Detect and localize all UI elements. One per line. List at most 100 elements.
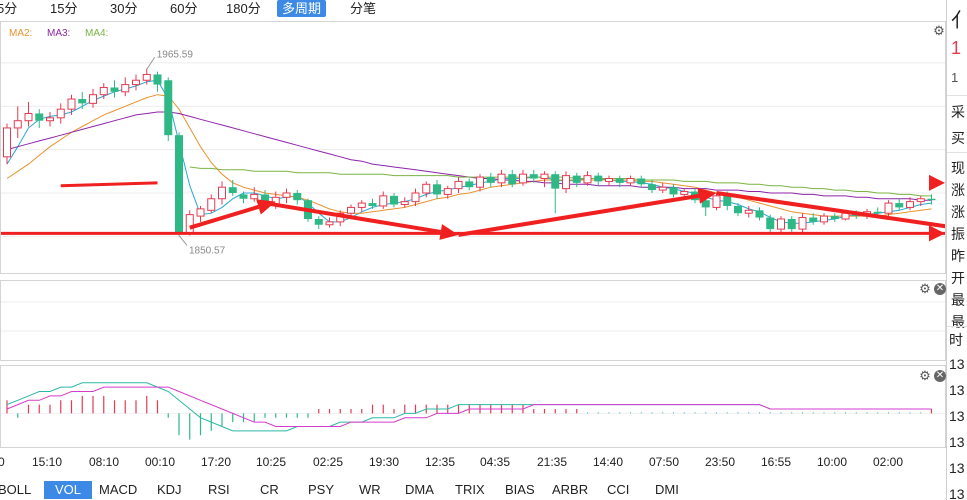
x-tick-label: 16:55 (761, 455, 792, 469)
candle-down (239, 194, 248, 199)
tab-180min[interactable]: 180分 (221, 0, 266, 17)
candle-up (519, 173, 527, 184)
main-chart-panel: 1965.59 1850.57 MA2: MA3: MA4: ⚙ (0, 21, 946, 274)
trade-time: 13 (949, 460, 965, 476)
x-tick-label: 07:50 (649, 455, 680, 469)
candle-up (443, 188, 452, 195)
tab-cci[interactable]: CCI (603, 481, 633, 499)
tab-psy[interactable]: PSY (304, 481, 338, 499)
x-tick-label: 08:10 (89, 455, 120, 469)
tab-dma[interactable]: DMA (401, 481, 438, 499)
close-icon[interactable]: ✕ (934, 283, 946, 295)
x-tick-label: 23:50 (705, 455, 736, 469)
candle-up (712, 195, 721, 208)
candle-up (13, 120, 22, 129)
indicator-panel-histogram: ⚙ ✕ (0, 365, 946, 448)
quote-field-label: 最 (951, 314, 965, 330)
candle-down (755, 210, 764, 218)
candle-up (196, 208, 205, 217)
x-tick-label: 00:10 (145, 455, 176, 469)
x-tick-label: 17:20 (201, 455, 232, 469)
price-field: 1 (951, 70, 959, 85)
indicator-panel-empty: ⚙ ✕ (0, 280, 946, 361)
candle-down (572, 175, 581, 183)
stock-name: 亻 (951, 4, 967, 33)
ma-line-4 (189, 166, 932, 197)
indicator-chart (1, 382, 945, 440)
high-label: 1965.59 (157, 49, 194, 60)
candle-down (529, 174, 538, 179)
candle-down (615, 178, 624, 183)
tab-multi-period[interactable]: 多周期 (277, 0, 327, 17)
candle-up (906, 201, 914, 208)
candle-down (594, 175, 603, 182)
candlestick-chart: 1965.59 1850.57 (1, 49, 945, 256)
tab-rsi[interactable]: RSI (204, 481, 234, 499)
x-tick-label: 02:25 (313, 455, 344, 469)
candle-up (357, 202, 366, 208)
tab-60min[interactable]: 60分 (165, 0, 202, 17)
x-tick-label: 02:00 (873, 455, 904, 469)
empty-indicator-grid (1, 301, 945, 332)
tab-30min[interactable]: 30分 (105, 0, 142, 17)
x-tick-label: 19:30 (369, 455, 400, 469)
candle-down (830, 216, 839, 219)
candle-down (78, 99, 87, 104)
trade-time: 13 (949, 356, 965, 372)
tab-dmi[interactable]: DMI (651, 481, 683, 499)
quote-field-label: 振 (951, 226, 965, 242)
tab-15min[interactable]: 15分 (45, 0, 82, 17)
candle-down (669, 187, 678, 195)
candle-down (390, 195, 398, 205)
divider (947, 326, 967, 327)
candle-down (809, 217, 818, 222)
candle-down (723, 195, 732, 206)
candle-down (228, 187, 237, 193)
tab-kdj[interactable]: KDJ (153, 481, 186, 499)
tab-wr[interactable]: WR (355, 481, 385, 499)
candle-up (379, 195, 388, 207)
candle-up (56, 108, 65, 119)
low-label: 1850.57 (189, 245, 226, 256)
gear-icon[interactable]: ⚙ (918, 369, 932, 383)
tab-macd[interactable]: MACD (95, 481, 141, 499)
candle-down (110, 87, 119, 92)
quote-field-label: 现 (951, 160, 965, 176)
candle-up (400, 201, 409, 206)
tab-arbr[interactable]: ARBR (548, 481, 592, 499)
candle-down (164, 80, 173, 136)
candle-down (927, 198, 936, 201)
x-tick-label: 14:40 (593, 455, 624, 469)
candle-up (798, 217, 807, 230)
quote-field-label: 涨 (951, 204, 965, 220)
tab-tick[interactable]: 分笔 (345, 0, 381, 17)
gear-icon[interactable]: ⚙ (918, 282, 932, 296)
candle-down (551, 174, 560, 189)
x-tick-label: 12:35 (425, 455, 456, 469)
ma3-label: MA3: (47, 28, 71, 39)
candle-up (658, 186, 667, 191)
candle-up (325, 221, 334, 226)
tab-5min[interactable]: 5分 (0, 0, 22, 17)
x-tick-label: 0 (0, 455, 5, 469)
tab-boll[interactable]: BOLL (0, 481, 35, 499)
trend-arrow-shaft (60, 181, 158, 188)
period-tab-bar: 5分 15分 30分 60分 180分 多周期 分笔 (0, 0, 946, 18)
close-icon[interactable]: ✕ (934, 370, 946, 382)
tab-bias[interactable]: BIAS (501, 481, 539, 499)
tab-vol[interactable]: VOL (44, 481, 92, 499)
trend-arrow-shaft (458, 193, 700, 237)
x-tick-label: 04:35 (480, 455, 511, 469)
candle-down (175, 135, 183, 232)
gear-icon[interactable]: ⚙ (932, 24, 946, 38)
candle-up (820, 215, 828, 223)
candle-up (916, 198, 925, 203)
tab-trix[interactable]: TRIX (451, 481, 489, 499)
tab-cr[interactable]: CR (256, 481, 283, 499)
candle-up (3, 127, 11, 158)
x-tick-label: 15:10 (32, 455, 63, 469)
candle-down (314, 218, 323, 225)
candle-up (497, 173, 506, 184)
quote-field-label: 买 (951, 130, 965, 146)
quote-field-label: 采 (951, 104, 965, 120)
